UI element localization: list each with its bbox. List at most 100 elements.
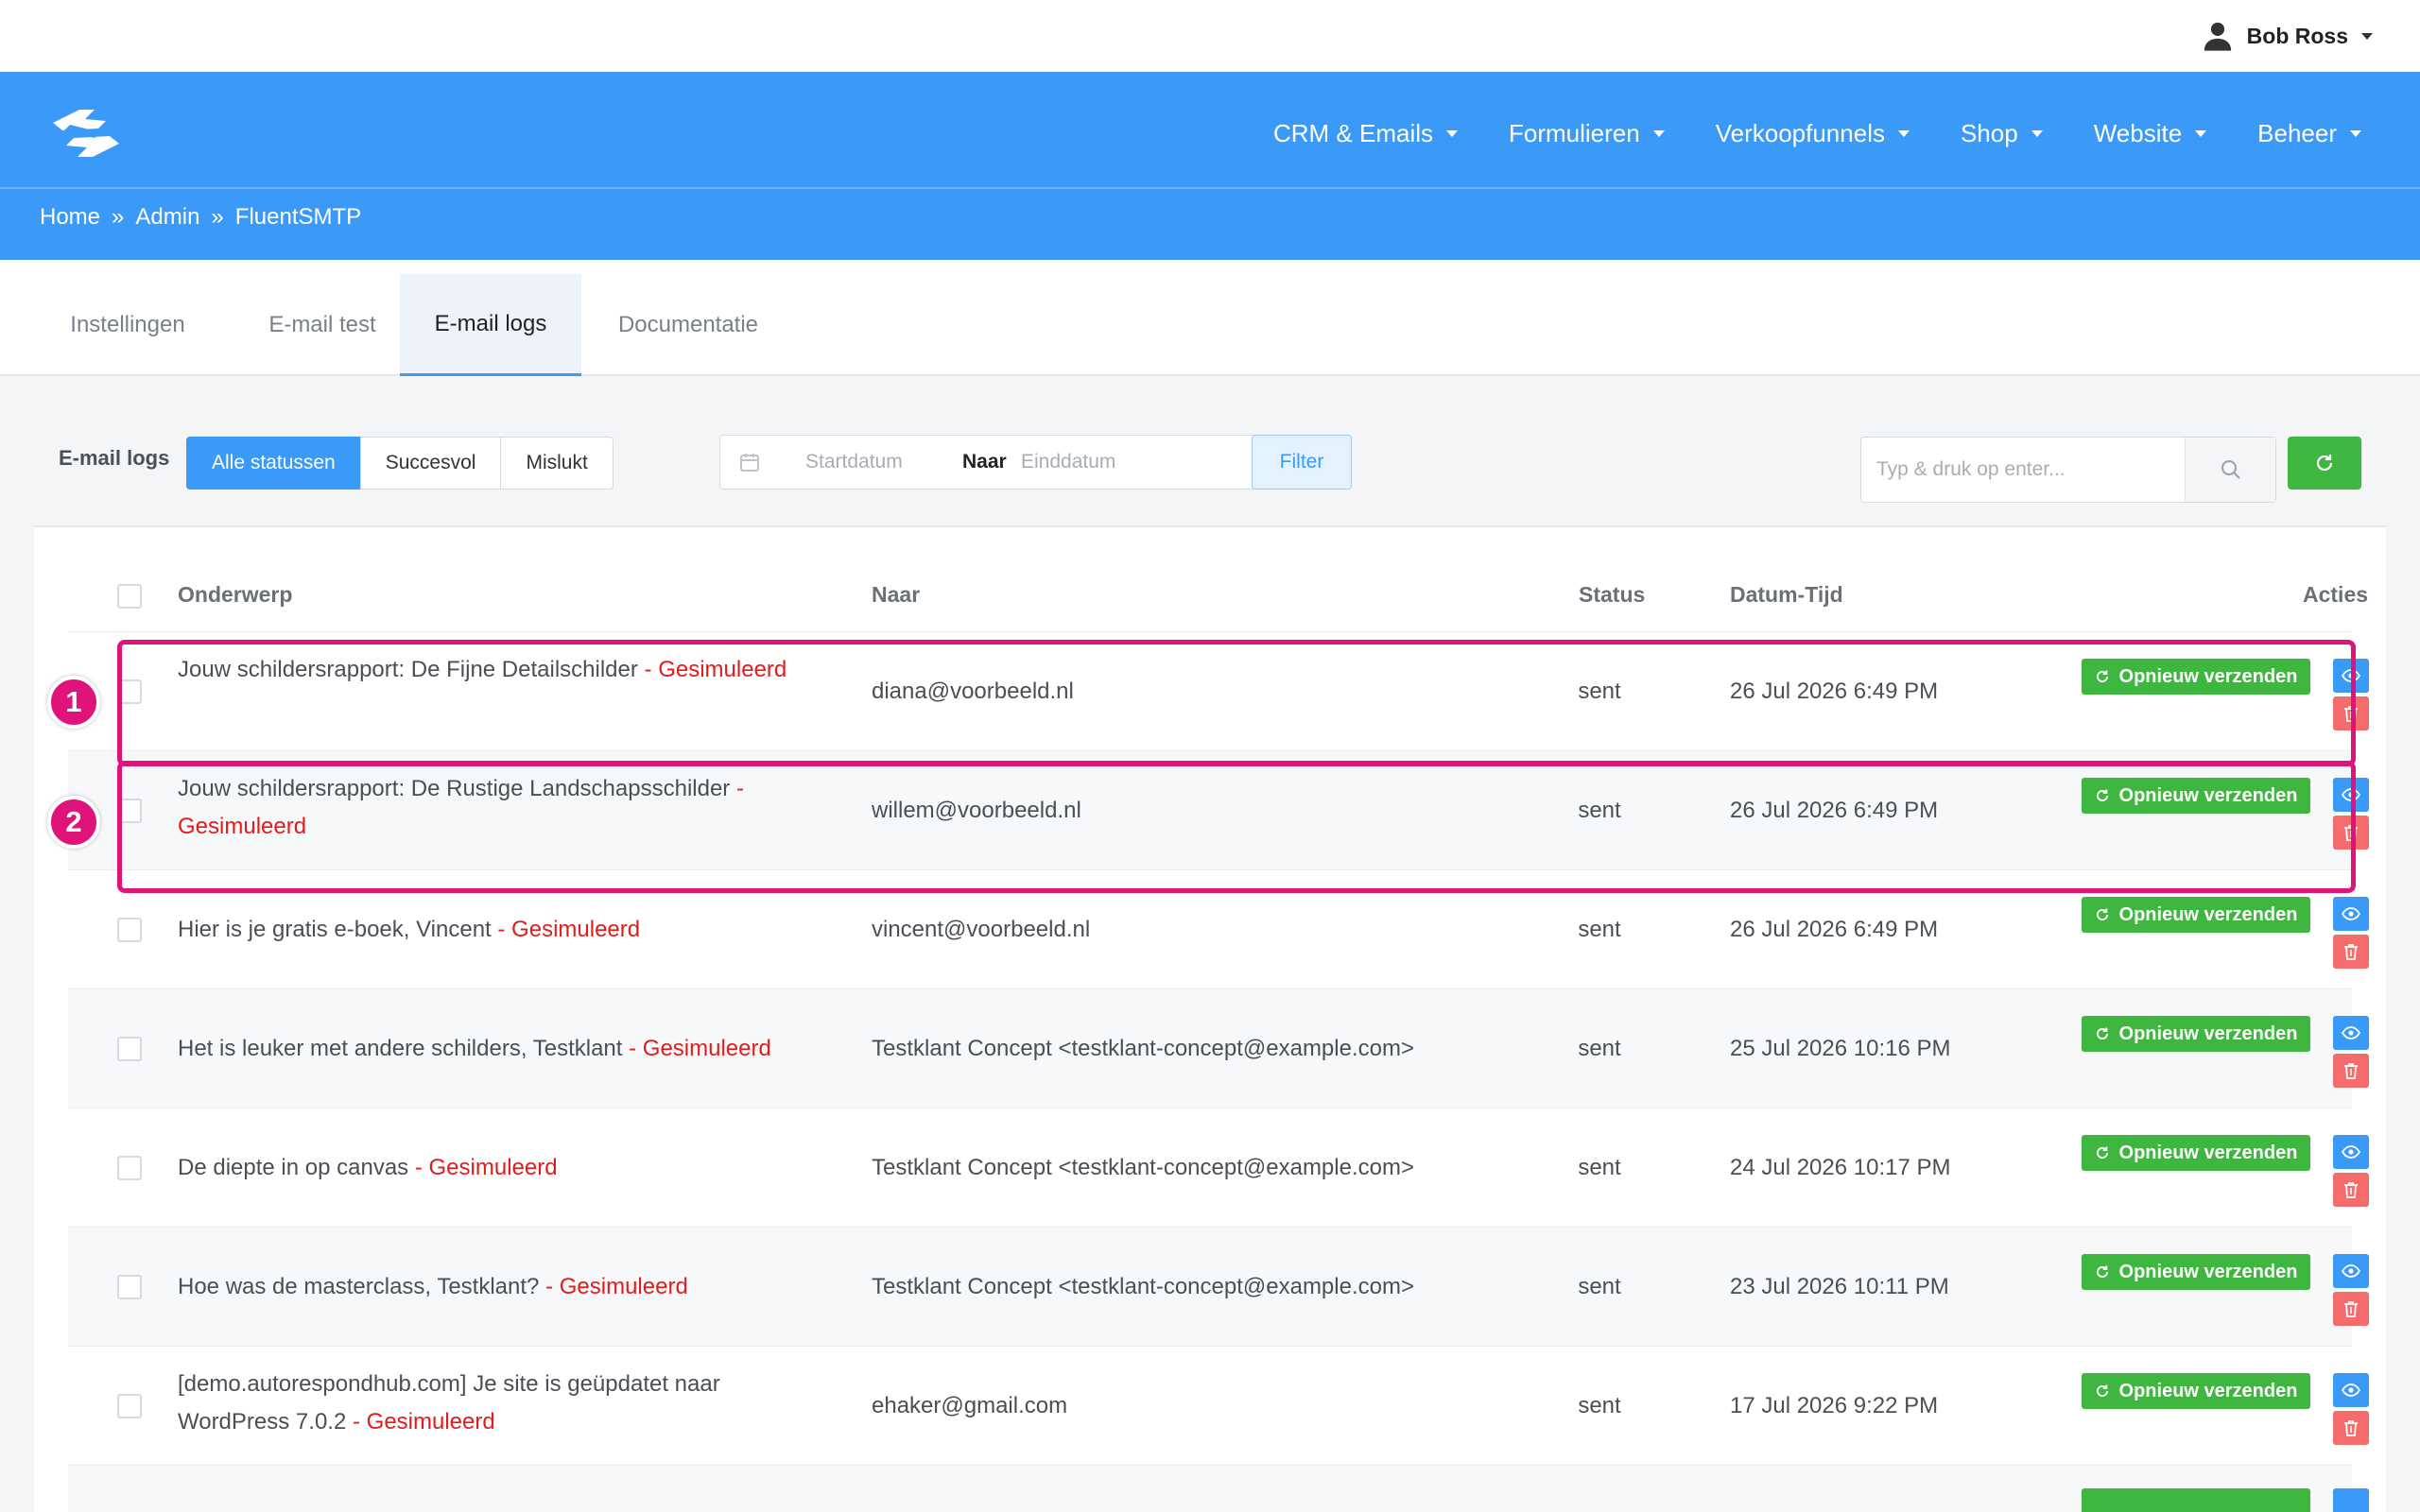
nav-crm-emails[interactable]: CRM & Emails (1273, 119, 1458, 148)
select-all-checkbox[interactable] (117, 584, 142, 609)
view-button[interactable] (2333, 897, 2369, 931)
search-button[interactable] (2185, 438, 2275, 502)
to-cell: vincent@voorbeeld.nl (872, 917, 1091, 942)
trash-icon (2344, 944, 2358, 960)
row-checkbox[interactable] (117, 1394, 142, 1418)
delete-button[interactable] (2333, 1173, 2369, 1207)
status-failed-button[interactable]: Mislukt (500, 437, 614, 490)
tab-documentatie[interactable]: Documentatie (596, 274, 781, 376)
chevron-down-icon (2361, 32, 2373, 40)
status-cell: sent (1578, 1155, 1621, 1180)
row-checkbox[interactable] (117, 1156, 142, 1180)
nav-label: Website (2093, 118, 2183, 147)
user-bar: Bob Ross (0, 0, 2420, 72)
tab-instellingen[interactable]: Instellingen (40, 274, 216, 376)
status-cell: sent (1578, 1036, 1621, 1061)
nav-formulieren[interactable]: Formulieren (1509, 119, 1665, 148)
header-datetime[interactable]: Datum-Tijd (1730, 582, 1843, 608)
row-checkbox[interactable] (117, 1275, 142, 1299)
user-icon (2204, 22, 2231, 51)
nav-shop[interactable]: Shop (1961, 119, 2043, 148)
table-row: [demo.autorespondhub.com] Je site is geü… (68, 1346, 2369, 1465)
resend-button[interactable]: Opnieuw verzenden (2082, 1373, 2310, 1409)
filter-button[interactable]: Filter (1252, 435, 1352, 490)
header-status[interactable]: Status (1579, 582, 1645, 608)
refresh-icon (2096, 1384, 2108, 1397)
status-success-button[interactable]: Succesvol (359, 437, 502, 490)
row-checkbox[interactable] (117, 918, 142, 942)
view-button[interactable] (2333, 1135, 2369, 1169)
breadcrumb-admin[interactable]: Admin (135, 204, 199, 231)
chevron-down-icon (2195, 129, 2207, 137)
date-range-picker[interactable]: Startdatum Naar Einddatum (719, 435, 1270, 490)
eye-icon (2342, 1026, 2360, 1040)
view-button[interactable] (2333, 1016, 2369, 1050)
breadcrumb-home[interactable]: Home (40, 204, 100, 231)
delete-button[interactable] (2333, 1292, 2369, 1326)
breadcrumb-current[interactable]: FluentSMTP (235, 204, 361, 231)
refresh-icon (2316, 455, 2333, 472)
status-cell: sent (1578, 1274, 1621, 1299)
resend-label: Opnieuw verzenden (2118, 1261, 2298, 1282)
view-button[interactable] (2333, 1488, 2369, 1512)
header-actions: Acties (2303, 582, 2369, 607)
table-row: Het is leuker met andere schilders, Test… (68, 988, 2369, 1108)
trash-icon (2344, 1420, 2358, 1436)
view-button[interactable] (2333, 1373, 2369, 1407)
subject-cell: [demo.autorespondhub.com] Je site is geü… (178, 1366, 802, 1441)
end-date-input[interactable]: Einddatum (1021, 451, 1115, 473)
row-checkbox[interactable] (117, 1037, 142, 1061)
start-date-input[interactable]: Startdatum (805, 451, 903, 473)
table-row (68, 1465, 2369, 1512)
nav-verkoopfunnels[interactable]: Verkoopfunnels (1716, 119, 1910, 148)
simulated-label: - Gesimuleerd (414, 1155, 558, 1180)
subject-text: Hoe was de masterclass, Testklant? (178, 1274, 540, 1299)
calendar-icon (740, 454, 759, 472)
resend-button[interactable] (2082, 1488, 2310, 1512)
to-cell: Testklant Concept <testklant-concept@exa… (872, 1036, 1414, 1061)
to-cell: Testklant Concept <testklant-concept@exa… (872, 1155, 1414, 1180)
simulated-label: - Gesimuleerd (545, 1274, 688, 1299)
resend-label: Opnieuw verzenden (2118, 903, 2298, 925)
tab-email-logs[interactable]: E-mail logs (400, 274, 581, 376)
resend-button[interactable]: Opnieuw verzenden (2082, 1135, 2310, 1171)
datetime-cell: 25 Jul 2026 10:16 PM (1730, 1036, 1951, 1061)
user-menu[interactable]: Bob Ross (2202, 17, 2373, 55)
delete-button[interactable] (2333, 935, 2369, 969)
logo[interactable] (43, 100, 129, 166)
trash-icon (2344, 1182, 2358, 1198)
eye-icon (2342, 1264, 2360, 1278)
subject-cell: Hoe was de masterclass, Testklant? - Ges… (178, 1268, 802, 1306)
breadcrumb: Home » Admin » FluentSMTP (40, 204, 361, 231)
status-all-button[interactable]: Alle statussen (186, 437, 361, 490)
user-name: Bob Ross (2246, 23, 2348, 48)
logo-icon (53, 110, 119, 157)
breadcrumb-separator: » (211, 204, 224, 230)
refresh-icon (2096, 1146, 2108, 1159)
view-button[interactable] (2333, 1254, 2369, 1288)
subject-cell: Het is leuker met andere schilders, Test… (178, 1030, 802, 1068)
delete-button[interactable] (2333, 1054, 2369, 1088)
resend-button[interactable]: Opnieuw verzenden (2082, 897, 2310, 933)
tab-email-test[interactable]: E-mail test (242, 274, 403, 376)
refresh-button[interactable] (2288, 437, 2361, 490)
nav-website[interactable]: Website (2093, 118, 2207, 148)
delete-button[interactable] (2333, 1411, 2369, 1445)
header-subject[interactable]: Onderwerp (178, 582, 292, 608)
datetime-cell: 23 Jul 2026 10:11 PM (1730, 1274, 1949, 1299)
chevron-down-icon (2031, 129, 2043, 137)
breadcrumb-separator: » (112, 204, 125, 230)
logs-card: E-mail logs Alle statussen Succesvol Mis… (34, 408, 2386, 1512)
simulated-label: - Gesimuleerd (352, 1409, 495, 1435)
table-row: De diepte in op canvas - Gesimuleerd Tes… (68, 1108, 2369, 1227)
header-divider (0, 187, 2420, 189)
search-input[interactable] (1861, 438, 2183, 502)
nav-beheer[interactable]: Beheer (2257, 119, 2361, 148)
header-to[interactable]: Naar (872, 582, 920, 608)
resend-button[interactable]: Opnieuw verzenden (2082, 1254, 2310, 1290)
resend-button[interactable]: Opnieuw verzenden (2082, 1016, 2310, 1052)
subject-text: De diepte in op canvas (178, 1155, 409, 1180)
chevron-down-icon (1897, 129, 1910, 137)
to-cell: ehaker@gmail.com (872, 1393, 1068, 1418)
trash-icon (2344, 1063, 2358, 1079)
